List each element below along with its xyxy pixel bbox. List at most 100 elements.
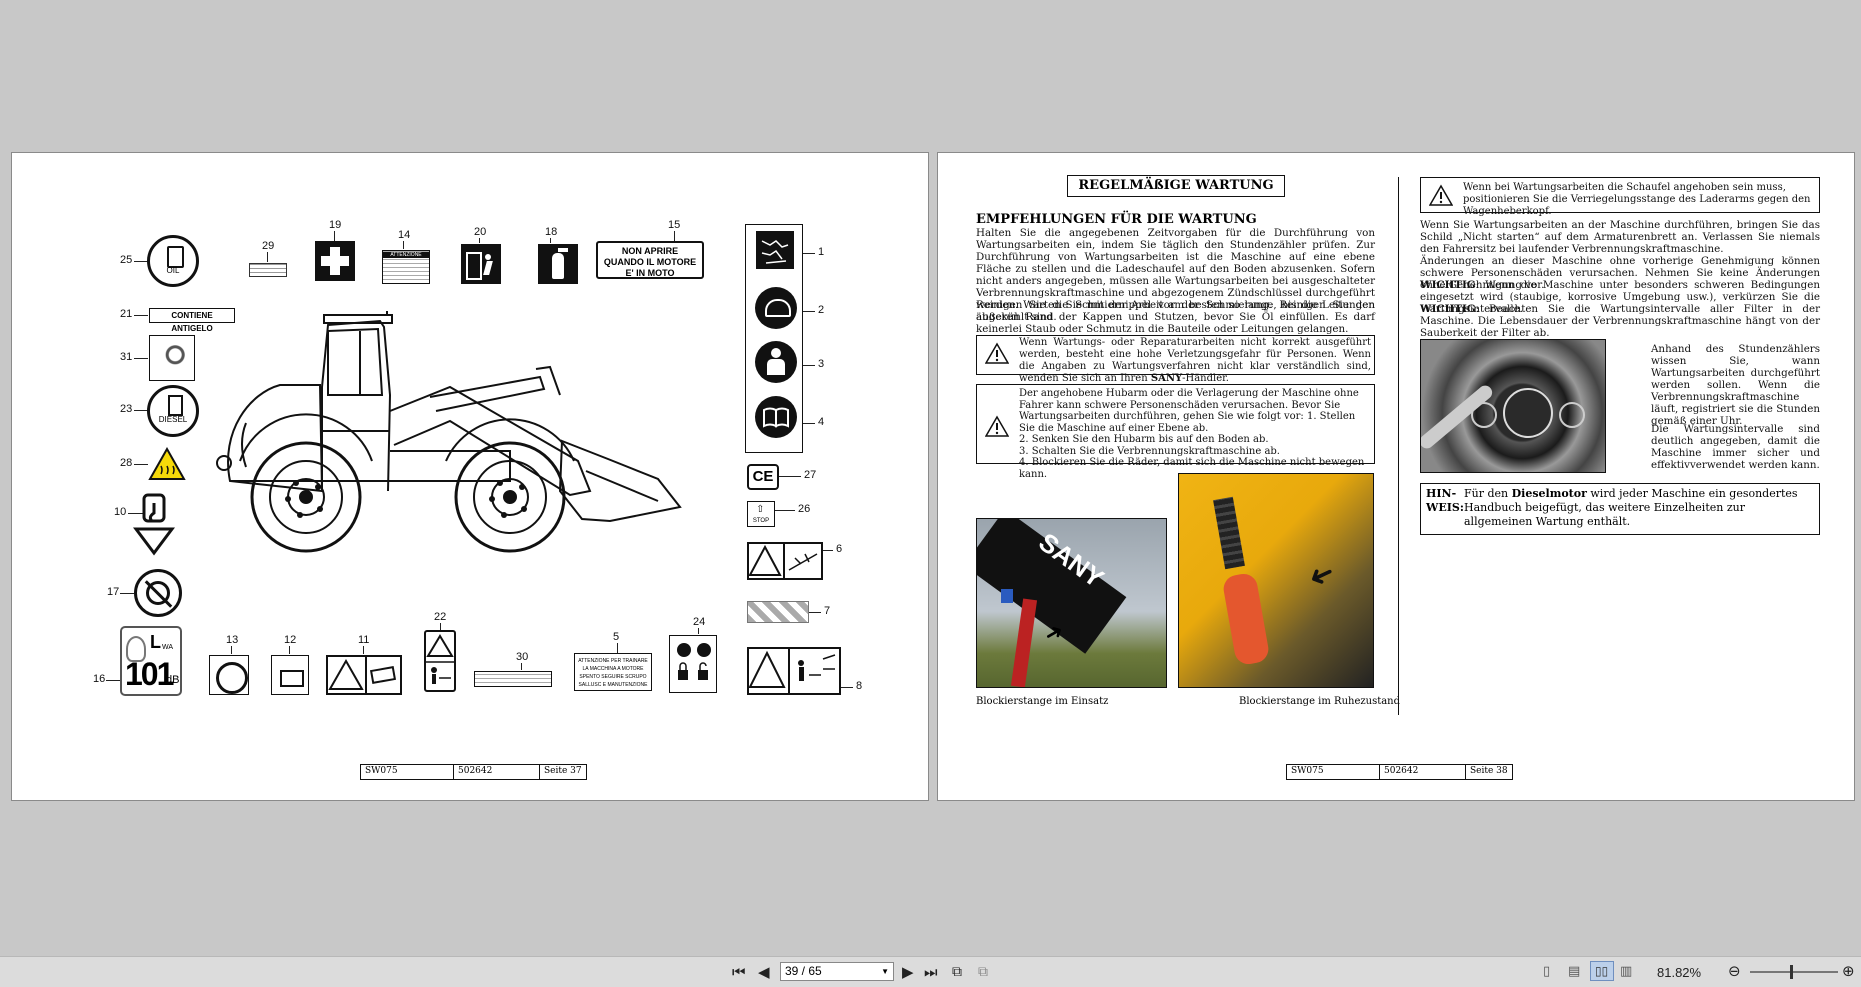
extinguisher-icon	[552, 253, 564, 279]
label-5: 5	[613, 631, 620, 643]
seatbelt-sign	[755, 341, 797, 383]
export-icon[interactable]: ⧉	[952, 962, 962, 982]
zoom-in-icon[interactable]: ⊕	[1842, 961, 1855, 981]
left-page: 25 OIL 29 19 14 ATTENZIONE 20 18 15 NON …	[11, 152, 929, 801]
label-10: 10	[114, 506, 127, 518]
label-29: 29	[262, 240, 275, 252]
label-17: 17	[107, 586, 120, 598]
page-number-select[interactable]: 39 / 65 ▼	[780, 962, 894, 981]
continuous-view-icon[interactable]: ▤	[1568, 962, 1580, 982]
warning-box-1: Wenn Wartungs- oder Reparaturarbeiten ni…	[976, 335, 1375, 384]
arrow-icon: ➜	[1302, 554, 1341, 597]
label-18: 18	[545, 226, 558, 238]
two-page-view-button[interactable]: ▯▯	[1590, 961, 1614, 981]
page-footer: SW075 502642 Seite 37	[360, 764, 587, 780]
label-24: 24	[693, 616, 706, 628]
attenzione-text: ATTENZIONE	[383, 252, 429, 258]
leader-line	[334, 231, 335, 241]
warning-label-14: ATTENZIONE	[382, 250, 430, 284]
leader-line	[267, 252, 268, 262]
label-14: 14	[398, 229, 411, 241]
chevron-down-icon: ▼	[881, 967, 889, 976]
hydraulic-hazard-sign	[747, 542, 823, 580]
helmet-icon	[765, 299, 791, 317]
caption-in-use: Blockierstange im Einsatz	[976, 696, 1109, 707]
lubricate-label-sign	[249, 263, 287, 277]
page-number-value: 39 / 65	[785, 964, 822, 978]
label-15: 15	[668, 219, 681, 231]
label-8: 8	[856, 680, 863, 692]
battery-sign	[271, 655, 309, 695]
oil-sign: OIL	[147, 235, 199, 287]
footer-model: SW075	[361, 765, 454, 779]
oil-can-icon	[167, 246, 184, 268]
label-20: 20	[474, 226, 487, 238]
footer-page: Seite 37	[544, 766, 582, 776]
towing-warning-sign: ATTENZIONE PER TRAINARE LA MACCHINA A MO…	[574, 653, 652, 691]
label-22: 22	[434, 611, 447, 623]
single-page-view-icon[interactable]: ▯	[1543, 962, 1550, 982]
stop-sign: ⇧ STOP	[747, 501, 775, 527]
hazard-stripe-sign	[747, 601, 809, 623]
section-heading: EMPFEHLUNGEN FÜR DIE WARTUNG	[976, 212, 1257, 227]
label-31: 31	[120, 351, 133, 363]
lifting-hook-sign	[133, 493, 175, 556]
keep-away-sign	[747, 647, 841, 695]
label-7: 7	[824, 605, 831, 617]
read-manual-sign	[755, 396, 797, 438]
leader-line	[134, 261, 148, 262]
right-page: REGELMÄßIGE WARTUNG EMPFEHLUNGEN FÜR DIE…	[937, 152, 1855, 801]
wichtig-paragraph-2: WICHTIG: Beachten Sie die Wartungsinterv…	[1420, 303, 1820, 339]
label-23: 23	[120, 403, 133, 415]
interval-paragraph: Die Wartungsintervalle sind deutlich ang…	[1651, 423, 1820, 471]
footer-code: 502642	[1380, 765, 1466, 779]
safety-signs-panel	[745, 224, 803, 453]
crush-hazard-sign	[326, 655, 402, 695]
label-21: 21	[120, 308, 133, 320]
zoom-level[interactable]: 81.82%	[1657, 965, 1701, 980]
caption-rest: Blockierstange im Ruhezustand	[1239, 696, 1401, 707]
previous-page-icon[interactable]: ◀	[758, 962, 770, 982]
copy-icon[interactable]: ⧉	[978, 962, 988, 982]
zoom-slider[interactable]	[1750, 965, 1838, 979]
warning-icon	[1429, 184, 1453, 206]
arrow-up-icon: ⇧	[756, 504, 765, 515]
leader-line	[550, 238, 551, 243]
label-2: 2	[818, 304, 825, 316]
label-1: 1	[818, 246, 825, 258]
photo-lift-arm-in-use: SANY ➜	[976, 518, 1167, 688]
footer-model: SW075	[1287, 765, 1380, 779]
label-25: 25	[120, 254, 133, 266]
footer-code: 502642	[454, 765, 540, 779]
zoom-slider-handle[interactable]	[1790, 965, 1793, 979]
hot-surface-sign	[148, 447, 186, 480]
label-13: 13	[226, 634, 239, 646]
emergency-exit-sign	[461, 244, 501, 284]
ce-mark-sign: CE	[747, 464, 779, 490]
label-16: 16	[93, 673, 106, 685]
fire-extinguisher-sign	[538, 244, 578, 284]
zoom-out-icon[interactable]: ⊖	[1728, 961, 1741, 981]
cleaning-paragraph: Reinigen Sie die Schmiernippel vor der S…	[976, 299, 1375, 335]
door-icon	[466, 252, 482, 280]
page-title: REGELMÄßIGE WARTUNG	[1067, 175, 1285, 197]
sign-paragraph: Wenn Sie Wartungsarbeiten an der Maschin…	[1420, 219, 1820, 255]
two-page-continuous-icon[interactable]: ▥	[1620, 962, 1632, 982]
noise-level-sign: L WA 101 dB	[120, 626, 182, 696]
gauge-icon	[1503, 388, 1553, 438]
info-label-30	[474, 671, 552, 687]
label-27: 27	[804, 469, 817, 481]
next-page-icon[interactable]: ▶	[902, 962, 914, 982]
first-page-icon[interactable]: ⏮	[732, 962, 746, 982]
label-12: 12	[284, 634, 297, 646]
leader-line	[403, 241, 404, 249]
label-3: 3	[818, 358, 825, 370]
last-page-icon[interactable]: ⏭	[924, 962, 938, 982]
book-icon	[763, 407, 789, 428]
no-entry-sign	[134, 569, 182, 617]
label-4: 4	[818, 416, 825, 428]
warning-box-2: Der angehobene Hubarm oder die Verlageru…	[976, 384, 1375, 480]
footer-page: Seite 38	[1470, 766, 1508, 776]
label-6: 6	[836, 543, 843, 555]
first-aid-sign	[315, 241, 355, 281]
